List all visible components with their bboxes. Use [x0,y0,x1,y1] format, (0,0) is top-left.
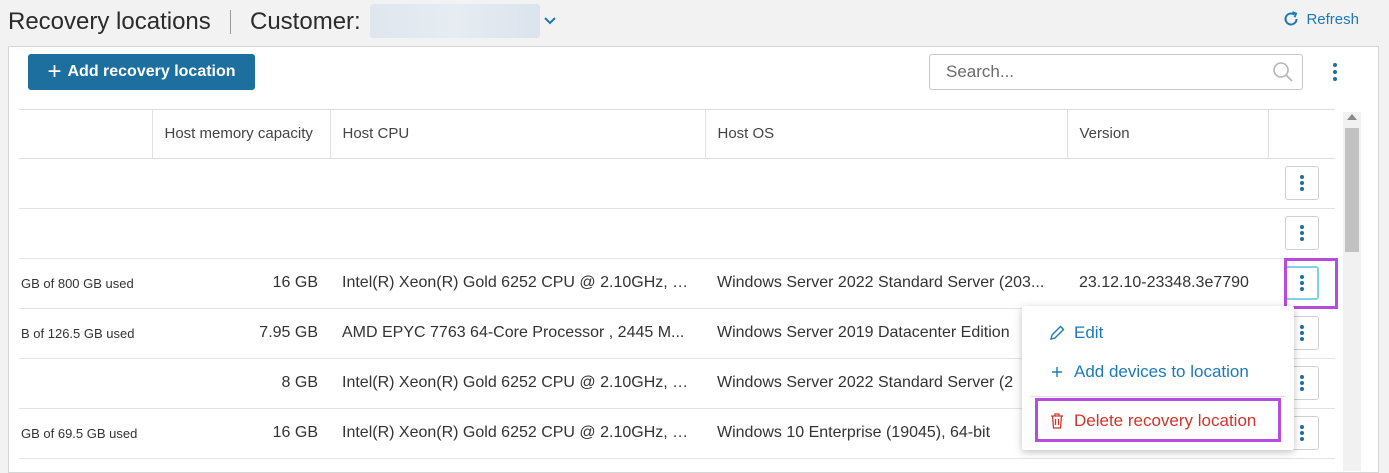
row-actions-menu: Edit Add devices to location Delete reco… [1022,306,1294,450]
storage-cell [19,358,152,409]
version-cell [1067,208,1268,259]
add-button-label: Add recovery location [67,63,236,80]
add-recovery-location-button[interactable]: + Add recovery location [28,54,255,90]
storage-cell: GB of 69.5 GB used [19,408,152,459]
menu-item-delete[interactable]: Delete recovery location [1022,401,1294,441]
search-box[interactable] [929,54,1303,90]
more-options-icon [1299,425,1304,441]
menu-item-add-devices-label: Add devices to location [1074,362,1249,381]
table-header-row: Host memory capacity Host CPU Host OS Ve… [19,110,1335,159]
table-row [19,208,1335,259]
customer-select[interactable] [370,4,540,38]
table-row: GB of 800 GB used 16 GB Intel(R) Xeon(R)… [19,258,1335,309]
customer-label: Customer: [250,8,361,35]
storage-cell: GB of 800 GB used [19,258,152,309]
os-cell [705,158,1067,209]
memory-cell [152,158,330,209]
os-cell: Windows 10 Enterprise (19045), 64-bit [705,408,1067,459]
trash-icon [1051,413,1063,429]
storage-cell [19,158,152,209]
version-cell [1067,158,1268,209]
pencil-icon [1050,325,1065,340]
memory-cell [152,208,330,259]
menu-divider [1030,396,1286,397]
column-header-storage[interactable] [19,110,153,159]
column-header-actions [1268,110,1335,159]
cpu-cell: AMD EPYC 7763 64-Core Processor , 2445 M… [330,308,705,359]
more-options-icon [1299,175,1304,191]
plus-icon: + [47,58,62,85]
menu-item-edit[interactable]: Edit [1022,314,1294,352]
more-options-icon [1299,375,1304,391]
os-cell: Windows Server 2022 Standard Server (203… [705,258,1067,309]
plus-icon [1052,367,1062,377]
cpu-cell: Intel(R) Xeon(R) Gold 6252 CPU @ 2.10GHz… [330,258,705,309]
column-header-memory[interactable]: Host memory capacity [152,110,331,159]
scroll-up-arrow-icon[interactable] [1347,114,1357,120]
more-options-icon [1299,225,1304,241]
cpu-cell: Intel(R) Xeon(R) Gold 6252 CPU @ 2.10GHz… [330,408,705,459]
menu-item-delete-label: Delete recovery location [1074,411,1257,430]
title-separator [230,10,231,34]
memory-cell: 16 GB [152,408,330,459]
menu-item-add-devices[interactable]: Add devices to location [1022,352,1294,392]
memory-cell: 16 GB [152,258,330,309]
cpu-cell [330,208,705,259]
storage-cell [19,208,152,259]
memory-cell: 7.95 GB [152,308,330,359]
table-row [19,158,1335,209]
more-options-icon[interactable] [1325,61,1345,83]
refresh-icon [1284,11,1298,26]
memory-cell: 8 GB [152,358,330,409]
row-actions-button[interactable] [1284,216,1319,250]
column-header-os[interactable]: Host OS [705,110,1068,159]
scrollbar-thumb[interactable] [1345,128,1359,252]
row-actions-button-active[interactable] [1284,266,1319,300]
storage-cell: B of 126.5 GB used [19,308,152,359]
column-header-version[interactable]: Version [1067,110,1269,159]
column-header-cpu[interactable]: Host CPU [330,110,706,159]
version-cell: 23.12.10-23348.3e7790 [1067,258,1268,309]
os-cell [705,208,1067,259]
page-header: Recovery locations Customer: Refresh [0,0,1389,46]
refresh-label: Refresh [1306,10,1359,28]
more-options-icon [1299,325,1304,341]
refresh-button[interactable]: Refresh [1282,10,1359,28]
cpu-cell [330,158,705,209]
menu-item-edit-label: Edit [1074,323,1104,342]
os-cell: Windows Server 2019 Datacenter Edition [705,308,1067,359]
search-input[interactable] [944,56,1272,88]
row-actions-button[interactable] [1284,166,1319,200]
cpu-cell: Intel(R) Xeon(R) Gold 6252 CPU @ 2.10GHz… [330,358,705,409]
page-title: Recovery locations [8,8,211,35]
more-options-icon [1299,275,1304,291]
search-icon [1273,62,1293,82]
chevron-down-icon[interactable] [543,14,557,28]
os-cell: Windows Server 2022 Standard Server (2 [705,358,1067,409]
